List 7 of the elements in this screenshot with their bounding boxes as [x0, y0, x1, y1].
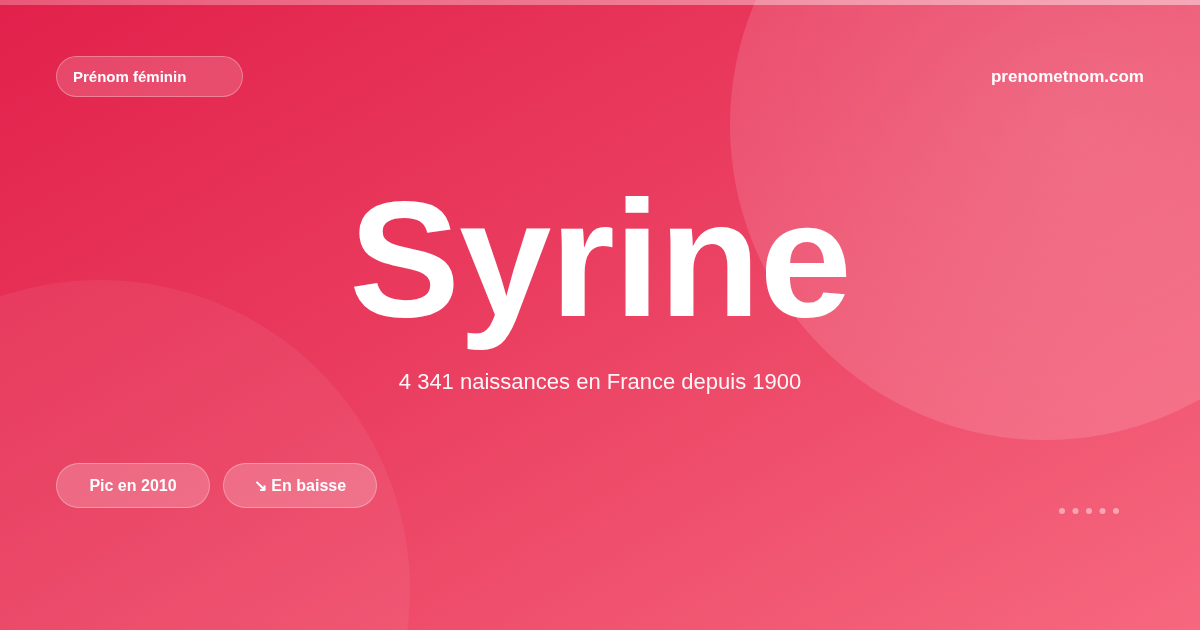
first-name-title: Syrine: [349, 165, 851, 353]
stat-tag: Pic en 2010: [56, 463, 210, 508]
dots-decoration: [1058, 506, 1120, 515]
site-name: prenometnom.com: [990, 66, 1144, 87]
category-tag: Prénom féminin: [56, 56, 243, 97]
births-subtitle: 4 341 naissances en France depuis 1900: [398, 368, 802, 395]
stat-tag: ↘ En baisse: [223, 463, 377, 508]
